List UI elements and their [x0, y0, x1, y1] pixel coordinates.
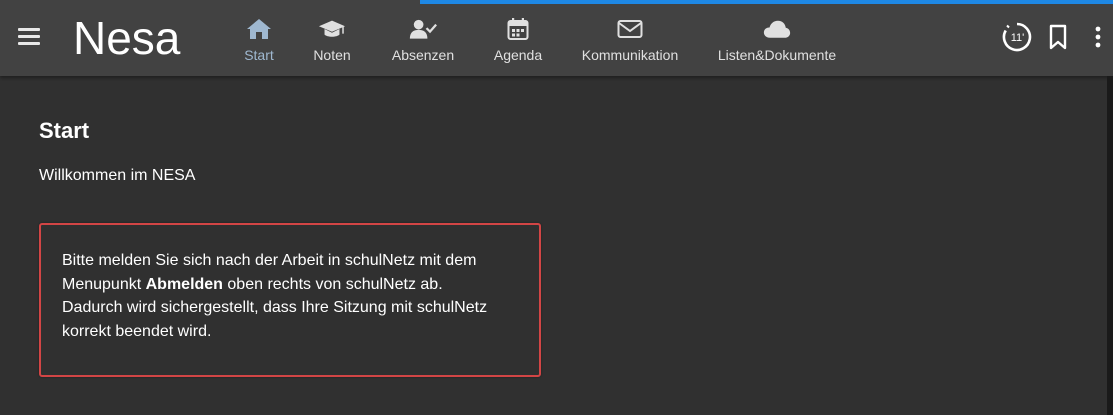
- session-timer-label: 11': [1011, 32, 1025, 44]
- envelope-icon: [616, 16, 644, 42]
- notice-paragraph-2: Dadurch wird sichergestellt, dass Ihre S…: [62, 299, 488, 340]
- nav-label-listen-dokumente: Listen&Dokumente: [717, 47, 837, 63]
- cloud-icon: [763, 16, 791, 42]
- session-timer-icon[interactable]: 11': [1001, 22, 1033, 52]
- nav-item-start[interactable]: Start: [240, 16, 278, 66]
- nav-item-noten[interactable]: Noten: [310, 16, 354, 66]
- nav-label-absenzen: Absenzen: [391, 47, 455, 63]
- nav-label-start: Start: [244, 47, 274, 63]
- nav-item-kommunikation[interactable]: Kommunikation: [580, 16, 680, 66]
- page-title: Start: [39, 118, 90, 143]
- more-vertical-icon[interactable]: [1089, 22, 1107, 52]
- page-scrollbar[interactable]: [1107, 76, 1113, 415]
- notice-paragraph-1: Bitte melden Sie sich nach der Arbeit in…: [62, 249, 502, 296]
- nav-item-listen-dokumente[interactable]: Listen&Dokumente: [716, 16, 838, 66]
- nav-item-agenda[interactable]: Agenda: [492, 16, 544, 66]
- notice-text-post: oben rechts von schulNetz ab.: [222, 275, 443, 293]
- menu-icon[interactable]: [18, 28, 40, 46]
- bookmark-icon[interactable]: [1046, 22, 1070, 52]
- nav-item-absenzen[interactable]: Absenzen: [390, 16, 456, 66]
- calendar-icon: [504, 16, 532, 42]
- nav-label-noten: Noten: [313, 47, 351, 63]
- nav-label-agenda: Agenda: [493, 47, 543, 63]
- nav-label-kommunikation: Kommunikation: [581, 47, 679, 63]
- top-app-bar: Nesa Start Noten Absenzen Agenda Kommuni…: [0, 0, 1113, 76]
- welcome-text: Willkommen im NESA: [39, 167, 196, 184]
- home-icon: [245, 16, 273, 42]
- notice-abmelden-emphasis: Abmelden: [145, 275, 223, 293]
- app-brand[interactable]: Nesa: [73, 10, 180, 66]
- logout-notice-box: Bitte melden Sie sich nach der Arbeit in…: [39, 223, 541, 377]
- graduation-cap-icon: [318, 16, 346, 42]
- top-accent-strip: [420, 0, 1113, 4]
- user-check-icon: [409, 16, 437, 42]
